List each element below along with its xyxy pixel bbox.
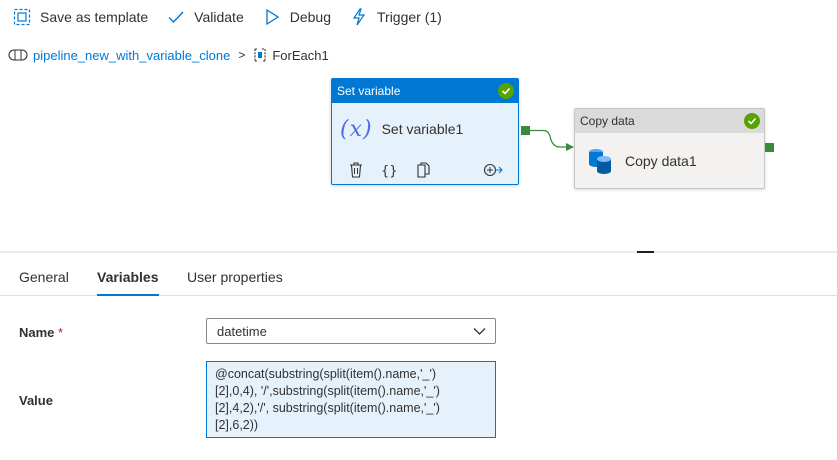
save-as-template-label: Save as template (40, 8, 149, 25)
delete-icon[interactable] (348, 161, 364, 179)
success-check-icon (744, 113, 760, 129)
name-label: Name (19, 325, 55, 340)
activity-toolbar: {} (332, 158, 518, 182)
set-variable-header: Set variable (332, 79, 518, 103)
copy-data-body: Copy data1 (575, 133, 764, 188)
breadcrumb-current: ForEach1 (272, 47, 329, 63)
dependency-connector (530, 129, 574, 151)
value-label: Value (19, 393, 53, 408)
copy-data-icon (589, 148, 611, 174)
add-output-icon[interactable] (483, 161, 503, 179)
variable-value-input[interactable]: @concat(substring(split(item().name,'_')… (206, 361, 496, 438)
set-variable-activity[interactable]: Set variable (𝑥) Set variable1 {} (331, 78, 519, 185)
copy-data-activity[interactable]: Copy data Copy data1 (574, 108, 765, 189)
value-line: [2],4,2),'/', substring(split(item().nam… (215, 401, 440, 415)
variable-icon: (𝑥) (340, 116, 373, 142)
breadcrumb: pipeline_new_with_variable_clone > ForEa… (0, 44, 329, 66)
value-line: [2],0,4), '/',substring(split(item().nam… (215, 384, 440, 398)
trigger-label: Trigger (1) (377, 8, 442, 25)
code-icon[interactable]: {} (381, 161, 398, 179)
required-mark: * (58, 325, 64, 340)
success-check-icon (498, 83, 514, 99)
svg-text:{}: {} (381, 164, 398, 179)
set-variable-success-port[interactable] (521, 126, 530, 135)
copy-icon[interactable] (415, 161, 431, 179)
set-variable-type-label: Set variable (337, 84, 401, 98)
tab-variables[interactable]: Variables (97, 269, 159, 296)
save-as-template-button[interactable]: Save as template (13, 3, 148, 31)
breadcrumb-separator: > (238, 48, 246, 62)
panel-splitter[interactable] (0, 251, 837, 253)
properties-tabs: General Variables User properties (0, 258, 837, 296)
value-line: [2],6,2)) (215, 418, 259, 432)
debug-label: Debug (289, 8, 331, 25)
set-variable-name: Set variable1 (381, 121, 464, 137)
value-line: @concat(substring(split(item().name,'_') (215, 367, 436, 381)
foreach-icon (254, 48, 266, 62)
tab-user-properties[interactable]: User properties (187, 269, 283, 296)
debug-button[interactable]: Debug (263, 3, 331, 31)
variable-name-value: datetime (217, 323, 267, 339)
splitter-grip[interactable] (637, 251, 654, 253)
pipeline-icon (8, 49, 28, 61)
lightning-icon (352, 7, 366, 25)
copy-data-success-port[interactable] (765, 143, 774, 152)
play-icon (266, 8, 279, 25)
set-variable-body: (𝑥) Set variable1 (332, 103, 518, 155)
toolbar: Save as template Validate Debug Trigger … (0, 0, 837, 33)
breadcrumb-pipeline-link[interactable]: pipeline_new_with_variable_clone (33, 48, 230, 63)
validate-button[interactable]: Validate (167, 3, 244, 31)
save-template-icon (13, 8, 31, 25)
checkmark-icon (168, 11, 184, 23)
trigger-button[interactable]: Trigger (1) (350, 3, 442, 31)
name-label-row: Name * (19, 325, 63, 340)
copy-data-type-label: Copy data (580, 114, 635, 128)
validate-label: Validate (194, 8, 244, 25)
copy-data-name: Copy data1 (625, 152, 697, 169)
tab-general[interactable]: General (19, 269, 69, 296)
copy-data-header: Copy data (575, 109, 764, 133)
variable-name-select[interactable]: datetime (206, 318, 496, 344)
chevron-down-icon (473, 328, 486, 335)
